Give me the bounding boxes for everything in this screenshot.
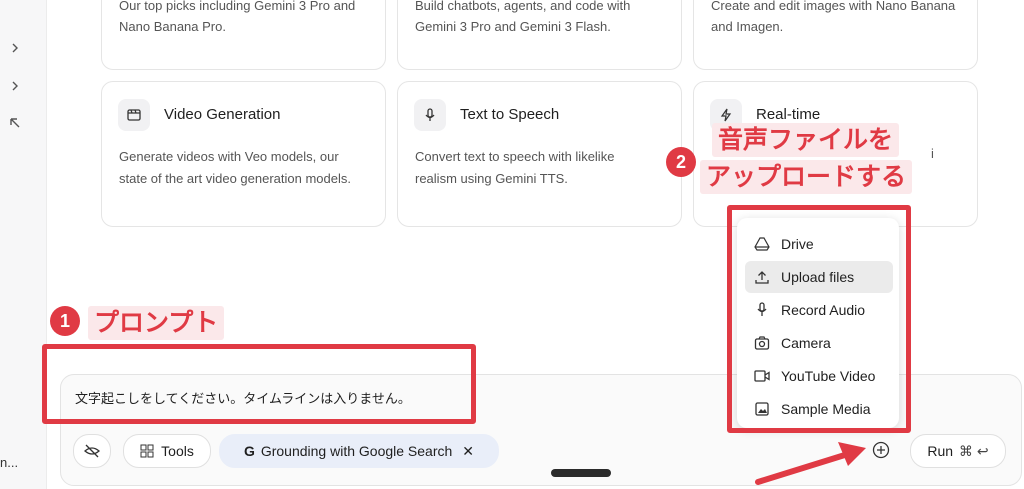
close-icon[interactable]: ✕ bbox=[462, 443, 474, 460]
feature-card[interactable]: Create and edit images with Nano Banana a… bbox=[693, 0, 978, 70]
eye-off-icon bbox=[84, 444, 100, 458]
tools-button[interactable]: Tools bbox=[123, 434, 211, 468]
prompt-highlight-box bbox=[42, 344, 476, 424]
video-icon bbox=[118, 99, 150, 131]
grounding-google-search-chip[interactable]: G Grounding with Google Search ✕ bbox=[219, 434, 499, 468]
run-shortcut: ⌘ ↩ bbox=[959, 442, 989, 459]
card-description: Convert text to speech with likelike real… bbox=[415, 149, 615, 186]
drag-handle[interactable] bbox=[551, 469, 611, 477]
card-title: Video Generation bbox=[164, 106, 281, 123]
annotation-badge-2: 2 bbox=[666, 147, 696, 177]
feature-card[interactable]: Build chatbots, agents, and code with Gem… bbox=[397, 0, 682, 70]
card-description: Generate videos with Veo models, our stat… bbox=[119, 149, 351, 186]
annotation-arrow bbox=[755, 442, 866, 485]
annotation-label-upload-line1: 音声ファイルを bbox=[712, 123, 900, 157]
menu-highlight-box bbox=[727, 205, 911, 433]
arrow-up-left-icon[interactable] bbox=[8, 117, 22, 131]
chevron-right-icon[interactable] bbox=[8, 80, 22, 94]
sidebar-truncated-label[interactable]: n... bbox=[0, 455, 18, 470]
annotation-label-prompt: プロンプト bbox=[88, 306, 225, 340]
card-description: Our top picks including Gemini 3 Pro and… bbox=[119, 0, 356, 34]
feature-card[interactable]: Our top picks including Gemini 3 Pro and… bbox=[101, 0, 386, 70]
left-sidebar: n... bbox=[0, 0, 47, 489]
tools-label: Tools bbox=[161, 443, 194, 459]
card-description-fragment: i bbox=[931, 146, 934, 161]
card-title: Text to Speech bbox=[460, 106, 560, 123]
google-icon: G bbox=[243, 443, 255, 459]
run-button[interactable]: Run ⌘ ↩ bbox=[910, 434, 1006, 468]
run-label: Run bbox=[927, 443, 954, 459]
chevron-right-icon[interactable] bbox=[8, 42, 22, 56]
card-text-to-speech[interactable]: Text to Speech Convert text to speech wi… bbox=[397, 81, 682, 227]
card-video-generation[interactable]: Video Generation Generate videos with Ve… bbox=[101, 81, 386, 227]
grounding-label: Grounding with Google Search bbox=[260, 443, 453, 459]
card-description: Build chatbots, agents, and code with Gem… bbox=[415, 0, 631, 34]
microphone-icon bbox=[414, 99, 446, 131]
eye-off-toggle-button[interactable] bbox=[73, 434, 111, 468]
card-description: Create and edit images with Nano Banana a… bbox=[711, 0, 956, 34]
grid-icon bbox=[140, 444, 154, 458]
annotation-badge-1: 1 bbox=[50, 306, 80, 336]
annotation-label-upload-line2: アップロードする bbox=[700, 160, 913, 194]
card-title: Real-time bbox=[756, 106, 821, 123]
